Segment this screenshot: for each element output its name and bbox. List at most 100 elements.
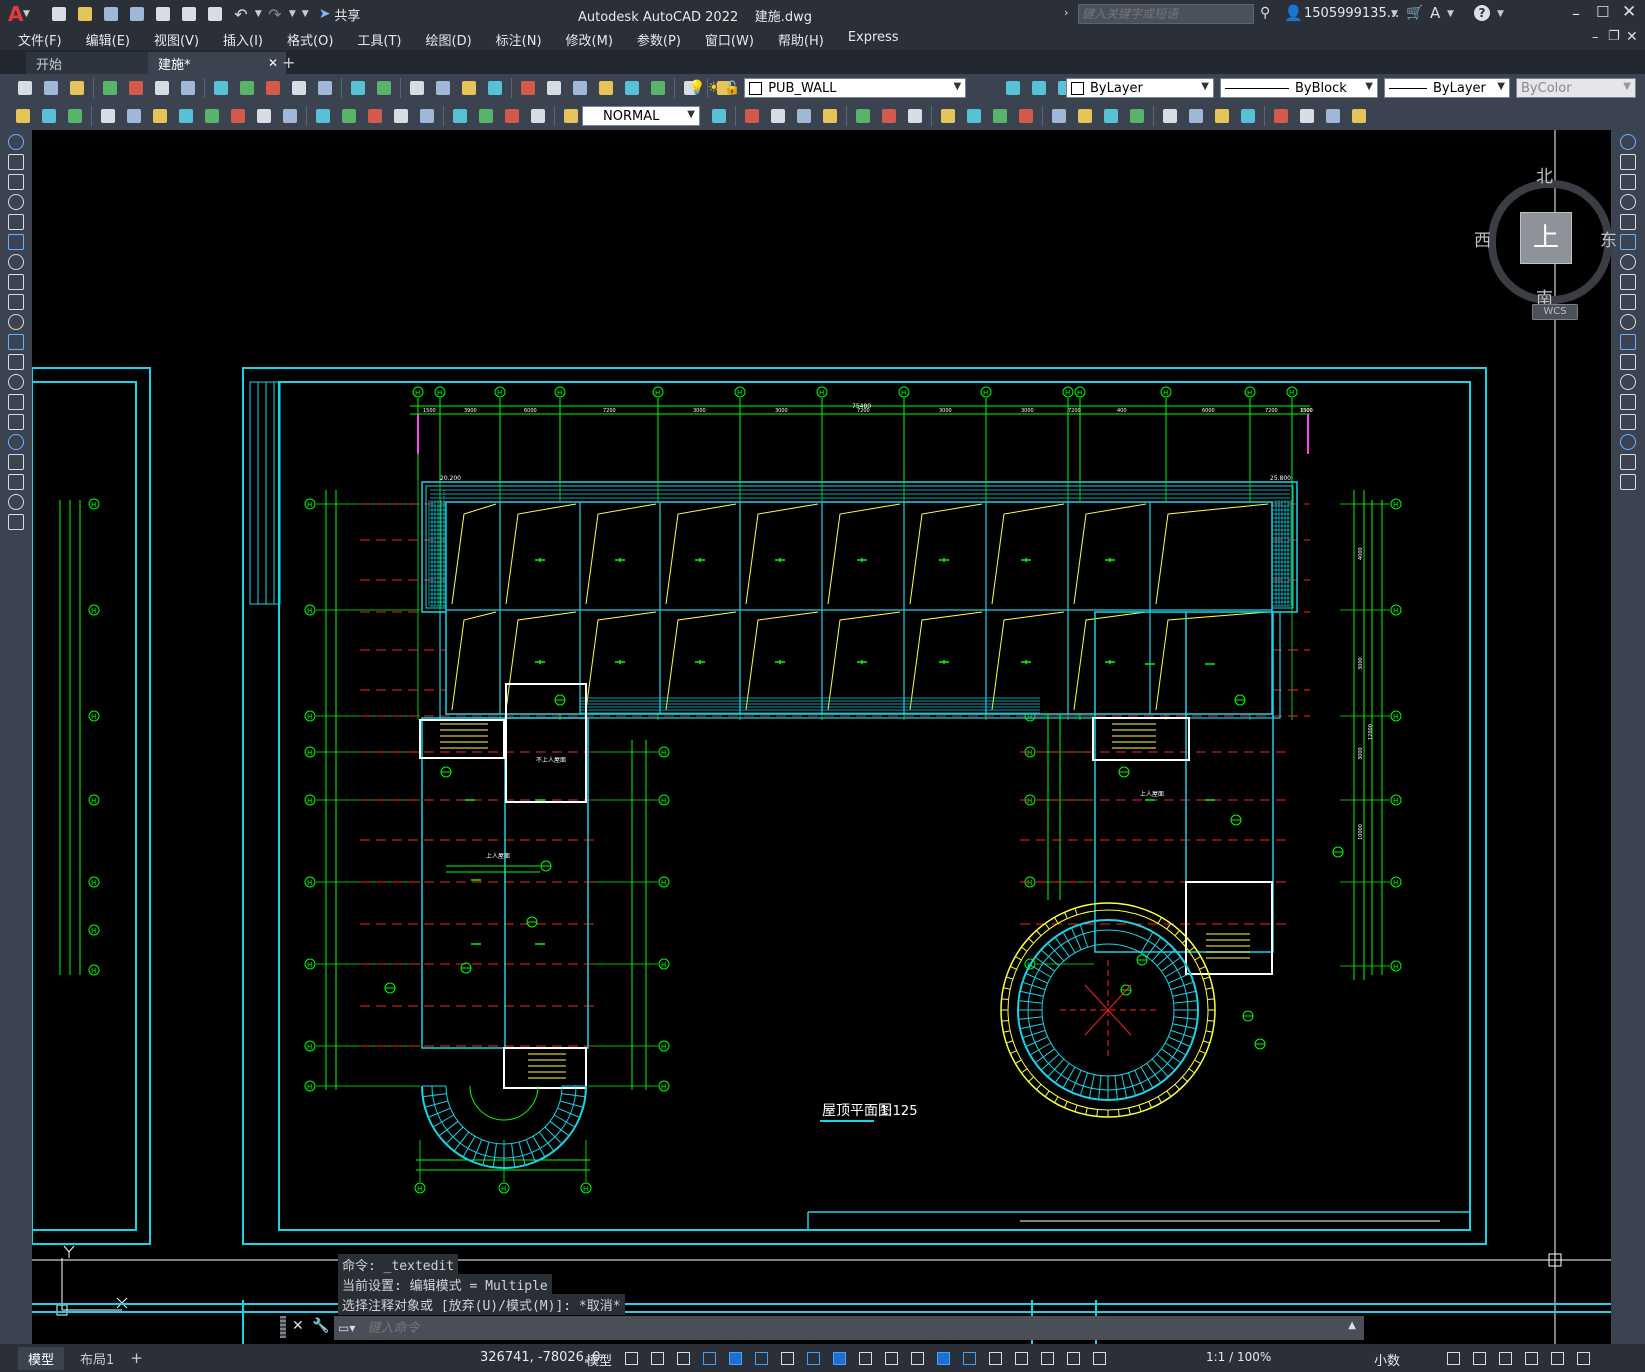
line-icon[interactable] bbox=[8, 134, 24, 150]
app-store-caret[interactable]: ▼ bbox=[1447, 9, 1454, 19]
visual-style-3d-icon[interactable] bbox=[964, 106, 984, 126]
viewcube-west[interactable]: 西 bbox=[1474, 226, 1491, 251]
markup-icon[interactable] bbox=[622, 78, 642, 98]
break-at-point-icon[interactable] bbox=[1620, 354, 1636, 370]
ortho-icon[interactable] bbox=[724, 1348, 746, 1368]
autodesk-app-icon[interactable]: A bbox=[1430, 4, 1440, 22]
wcs-menu[interactable]: WCS bbox=[1532, 304, 1578, 320]
dynamic-input-icon[interactable] bbox=[698, 1348, 720, 1368]
polygon-icon[interactable] bbox=[8, 194, 24, 210]
quick-dim-icon[interactable] bbox=[313, 106, 333, 126]
fly-icon[interactable] bbox=[1323, 106, 1343, 126]
lights-icon[interactable] bbox=[1212, 106, 1232, 126]
match-properties-icon[interactable] bbox=[289, 78, 309, 98]
lineweight-icon[interactable] bbox=[854, 1348, 876, 1368]
user-icon[interactable]: 👤 bbox=[1284, 4, 1303, 22]
minimize-icon[interactable]: – bbox=[1572, 4, 1580, 23]
chamfer-icon[interactable] bbox=[1620, 414, 1636, 430]
user-caret[interactable]: ▼ bbox=[1391, 9, 1398, 19]
pan-icon[interactable] bbox=[407, 78, 427, 98]
center-mark-icon[interactable] bbox=[476, 106, 496, 126]
search-chevron-icon[interactable]: › bbox=[1064, 6, 1068, 19]
viewcube-east[interactable]: 东 bbox=[1600, 226, 1617, 251]
ellipse-icon[interactable] bbox=[8, 314, 24, 330]
visual-style-2d-icon[interactable] bbox=[938, 106, 958, 126]
transparency-icon[interactable] bbox=[880, 1348, 902, 1368]
grid-icon[interactable] bbox=[620, 1348, 642, 1368]
3d-print-icon[interactable] bbox=[178, 78, 198, 98]
help-icon[interactable]: ? bbox=[1474, 5, 1490, 21]
break-dim-icon[interactable] bbox=[417, 106, 437, 126]
doc-restore-icon[interactable]: ❐ bbox=[1608, 29, 1620, 44]
layer-lock-icon[interactable]: 🔓 bbox=[724, 81, 740, 96]
insert-block-icon[interactable] bbox=[8, 354, 24, 370]
layer-bulb-icon[interactable]: 💡 bbox=[688, 80, 705, 96]
view-right-icon[interactable] bbox=[820, 106, 840, 126]
continue-dim-icon[interactable] bbox=[365, 106, 385, 126]
textstyle-dropdown[interactable]: NORMAL ▼ bbox=[582, 106, 700, 126]
auto-scale-icon[interactable] bbox=[1062, 1348, 1084, 1368]
orbit-icon[interactable] bbox=[853, 106, 873, 126]
publish-icon[interactable] bbox=[152, 78, 172, 98]
ucs-previous-icon[interactable] bbox=[1101, 106, 1121, 126]
add-layout-button[interactable]: + bbox=[130, 1349, 143, 1367]
menu-item-7[interactable]: 标注(N) bbox=[484, 30, 554, 49]
command-history-caret[interactable]: ▲ bbox=[1348, 1320, 1356, 1331]
otrack-icon[interactable] bbox=[802, 1348, 824, 1368]
tab-close-icon[interactable]: ✕ bbox=[268, 56, 278, 70]
zoom-realtime-icon[interactable] bbox=[433, 78, 453, 98]
tab-model[interactable]: 模型 bbox=[18, 1346, 65, 1370]
command-settings-icon[interactable]: 🔧 bbox=[312, 1318, 329, 1334]
view-front-icon[interactable] bbox=[742, 106, 762, 126]
layer-walk-icon[interactable] bbox=[39, 106, 59, 126]
menu-item-8[interactable]: 修改(M) bbox=[554, 30, 625, 49]
free-orbit-icon[interactable] bbox=[879, 106, 899, 126]
rectangle-icon[interactable] bbox=[8, 214, 24, 230]
qat-customize-caret[interactable]: ▼ bbox=[302, 9, 309, 19]
multiline-text-icon[interactable] bbox=[8, 494, 24, 510]
maximize-icon[interactable]: ☐ bbox=[1596, 3, 1609, 21]
undo-icon[interactable]: ↶ bbox=[231, 4, 251, 24]
annotation-monitor-icon[interactable] bbox=[1088, 1348, 1110, 1368]
layer-dropdown[interactable]: PUB_WALL ▼ bbox=[744, 78, 967, 98]
undo-caret[interactable]: ▼ bbox=[255, 9, 262, 19]
menu-item-12[interactable]: Express bbox=[836, 30, 911, 49]
tab-start[interactable]: 开始 bbox=[26, 52, 156, 74]
command-input[interactable] bbox=[365, 1317, 1330, 1339]
redo-icon[interactable] bbox=[374, 78, 394, 98]
layer-sun-icon[interactable]: ☀ bbox=[707, 80, 720, 96]
redo-icon[interactable]: ↷ bbox=[265, 4, 285, 24]
view-back-icon[interactable] bbox=[768, 106, 788, 126]
plot-preview-icon[interactable] bbox=[126, 78, 146, 98]
menu-item-5[interactable]: 工具(T) bbox=[345, 30, 413, 49]
explode-icon[interactable] bbox=[1620, 474, 1636, 490]
menu-item-10[interactable]: 窗口(W) bbox=[693, 30, 766, 49]
blend-curves-icon[interactable] bbox=[1620, 454, 1636, 470]
join-icon[interactable] bbox=[1620, 394, 1636, 410]
aligned-dim-icon[interactable] bbox=[124, 106, 144, 126]
revision-cloud-icon[interactable] bbox=[8, 274, 24, 290]
properties-icon[interactable] bbox=[518, 78, 538, 98]
space-dim-icon[interactable] bbox=[391, 106, 411, 126]
point-icon[interactable] bbox=[8, 394, 24, 410]
fillet-icon[interactable] bbox=[1620, 434, 1636, 450]
menu-item-4[interactable]: 格式(O) bbox=[275, 30, 345, 49]
lock-ui-icon[interactable] bbox=[1468, 1348, 1490, 1368]
search-input[interactable] bbox=[1078, 4, 1254, 24]
selection-filter-icon[interactable] bbox=[984, 1348, 1006, 1368]
help-caret[interactable]: ▼ bbox=[1497, 9, 1504, 19]
redo-caret[interactable]: ▼ bbox=[289, 9, 296, 19]
sheet-set-icon[interactable] bbox=[596, 78, 616, 98]
hatch-icon[interactable] bbox=[8, 414, 24, 430]
view-left-icon[interactable] bbox=[794, 106, 814, 126]
isodraft-icon[interactable] bbox=[776, 1348, 798, 1368]
linear-dim-icon[interactable] bbox=[98, 106, 118, 126]
save-as-icon[interactable] bbox=[127, 4, 147, 24]
dim-edit-icon[interactable] bbox=[561, 106, 581, 126]
design-center-icon[interactable] bbox=[544, 78, 564, 98]
drawing-svg[interactable]: H H H H H H H H H H H H H H H H H H H H H H H H H H H H H H H H H H H H H H H… bbox=[32, 130, 1611, 1344]
circle-icon[interactable] bbox=[8, 254, 24, 270]
jogged-linear-icon[interactable] bbox=[528, 106, 548, 126]
zoom-previous-icon[interactable] bbox=[485, 78, 505, 98]
menu-item-1[interactable]: 编辑(E) bbox=[74, 30, 142, 49]
